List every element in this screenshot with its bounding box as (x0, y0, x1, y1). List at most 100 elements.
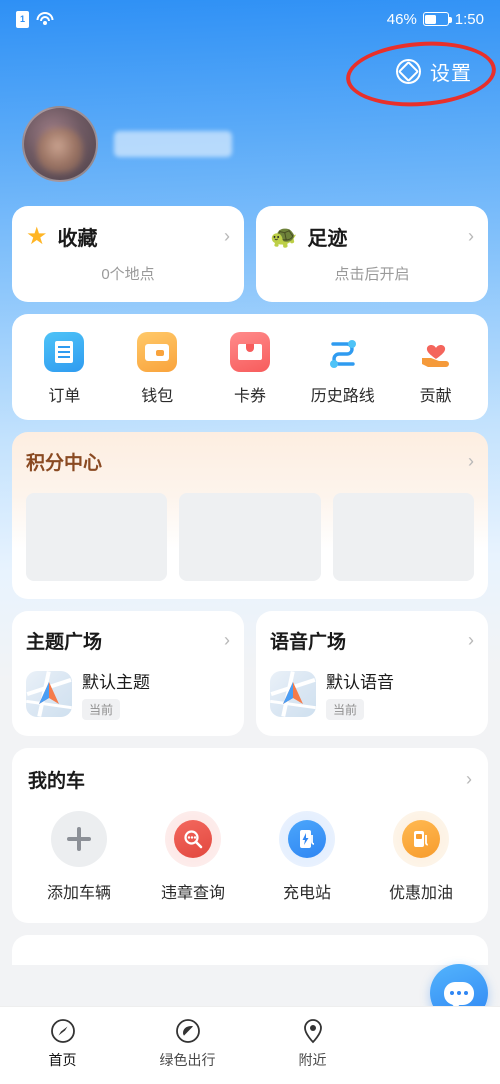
profile-icon (424, 1017, 452, 1045)
avatar[interactable] (22, 106, 98, 182)
my-car-grid: 添加车辆 违章查询 充电站 优惠加油 (22, 811, 478, 903)
my-car-item-label: 添加车辆 (46, 885, 111, 902)
theme-plaza-text: 默认主题 当前 (82, 668, 150, 720)
tab-nearby[interactable]: 附近 (250, 1017, 375, 1070)
next-card-partial (12, 935, 488, 965)
theme-name: 默认主题 (82, 673, 150, 692)
gear-icon (396, 58, 421, 84)
quick-action-coupon[interactable]: 卡券 (204, 332, 297, 406)
map-theme-thumbnail (26, 671, 72, 717)
theme-plaza-title: 主题广场 (26, 632, 103, 653)
wifi-icon (36, 12, 53, 26)
quick-action-wallet[interactable]: 钱包 (111, 332, 204, 406)
tab-label: 首页 (48, 1052, 77, 1068)
quick-action-contribution[interactable]: 贡献 (389, 332, 482, 406)
bottom-tab-bar: 首页 绿色出行 附近 (0, 1006, 500, 1084)
points-center-card[interactable]: 积分中心 › (12, 432, 488, 599)
route-history-icon (323, 332, 363, 372)
voice-plaza-body: 默认语音 当前 (270, 668, 474, 720)
tab-profile[interactable] (375, 1017, 500, 1050)
voice-plaza-text: 默认语音 当前 (326, 668, 394, 720)
footprint-title: 足迹 (307, 228, 348, 250)
charging-station-icon (279, 811, 335, 867)
my-car-violation-search[interactable]: 违章查询 (136, 811, 250, 903)
tab-label: 绿色出行 (159, 1052, 216, 1068)
my-car-card: 我的车 › 添加车辆 违章查询 充电站 优惠加油 (12, 748, 488, 923)
points-center-header: 积分中心 › (26, 448, 474, 475)
violation-search-icon (165, 811, 221, 867)
settings-button[interactable]: 设置 (396, 57, 472, 86)
my-car-item-label: 违章查询 (160, 885, 225, 902)
points-placeholder (26, 493, 168, 581)
my-car-header[interactable]: 我的车 › (22, 766, 478, 793)
battery-icon (422, 12, 452, 26)
profile-section[interactable] (0, 92, 500, 206)
tab-label: 附近 (298, 1052, 327, 1068)
contribution-icon (416, 332, 456, 372)
location-pin-icon (299, 1017, 327, 1045)
chevron-right-icon: › (468, 226, 474, 246)
quick-action-label: 订单 (48, 388, 81, 405)
status-bar-right: 46% 1:50 (387, 11, 484, 28)
quick-action-label: 卡券 (233, 388, 266, 405)
quick-action-route-history[interactable]: 历史路线 (296, 332, 389, 406)
my-car-title: 我的车 (28, 771, 86, 792)
theme-plaza-body: 默认主题 当前 (26, 668, 230, 720)
footprint-card[interactable]: 🐢 足迹 › 点击后开启 (256, 206, 488, 302)
star-icon: ★ (26, 222, 48, 250)
points-center-title: 积分中心 (26, 453, 103, 474)
points-placeholder-row (26, 493, 474, 581)
chevron-right-icon: › (468, 451, 474, 471)
tab-home[interactable]: 首页 (0, 1017, 125, 1070)
quick-action-order[interactable]: 订单 (18, 332, 111, 406)
shortcut-card-row: ★ 收藏 › 0个地点 🐢 足迹 › 点击后开启 (12, 206, 488, 302)
content-area: ★ 收藏 › 0个地点 🐢 足迹 › 点击后开启 订单 钱包 卡券 历史路线 贡… (0, 206, 500, 965)
username-redacted (114, 131, 232, 157)
quick-actions-grid: 订单 钱包 卡券 历史路线 贡献 (18, 332, 482, 406)
my-car-add-vehicle[interactable]: 添加车辆 (22, 811, 136, 903)
my-car-charging-station[interactable]: 充电站 (250, 811, 364, 903)
footprint-header: 🐢 足迹 › (270, 222, 474, 251)
quick-action-label: 历史路线 (310, 388, 375, 405)
battery-percent-label: 46% (386, 10, 417, 28)
quick-action-label: 贡献 (419, 388, 452, 405)
sim-card-icon: 1 (16, 10, 29, 28)
fuel-discount-icon (393, 811, 449, 867)
quick-actions-card: 订单 钱包 卡券 历史路线 贡献 (12, 314, 488, 420)
favorites-title: 收藏 (57, 228, 98, 250)
chevron-right-icon: › (468, 630, 474, 650)
chevron-right-icon: › (224, 226, 230, 246)
coupon-icon (229, 332, 270, 372)
voice-current-badge: 当前 (326, 699, 365, 720)
status-bar-left: 1 (16, 10, 53, 28)
my-car-item-label: 优惠加油 (388, 885, 453, 902)
theme-plaza-card[interactable]: 主题广场 › 默认主题 当前 (12, 611, 244, 736)
favorites-header: ★ 收藏 › (26, 222, 230, 251)
voice-name: 默认语音 (326, 673, 394, 692)
order-icon (44, 332, 85, 372)
points-placeholder (332, 493, 474, 581)
tab-green-travel[interactable]: 绿色出行 (125, 1017, 250, 1070)
my-car-item-label: 充电站 (282, 885, 331, 902)
status-bar: 1 46% 1:50 (0, 0, 500, 38)
turtle-icon: 🐢 (270, 223, 298, 249)
footprint-subtitle: 点击后开启 (334, 266, 410, 283)
favorites-subtitle: 0个地点 (101, 266, 155, 283)
compass-icon (49, 1017, 77, 1045)
chevron-right-icon: › (466, 769, 472, 789)
chevron-right-icon: › (224, 630, 230, 650)
my-car-fuel-discount[interactable]: 优惠加油 (364, 811, 478, 903)
plus-icon (51, 811, 107, 867)
leaf-icon (174, 1017, 202, 1045)
theme-current-badge: 当前 (82, 699, 121, 720)
header-bar: 设置 (0, 36, 500, 112)
points-placeholder (179, 493, 321, 581)
clock-label: 1:50 (454, 10, 484, 28)
settings-label: 设置 (430, 62, 472, 85)
map-voice-thumbnail (270, 671, 316, 717)
voice-plaza-card[interactable]: 语音广场 › 默认语音 当前 (256, 611, 488, 736)
plaza-card-row: 主题广场 › 默认主题 当前 语音广场 › 默认语音 当前 (12, 611, 488, 736)
favorites-card[interactable]: ★ 收藏 › 0个地点 (12, 206, 244, 302)
theme-plaza-header: 主题广场 › (26, 627, 230, 654)
quick-action-label: 钱包 (141, 388, 174, 405)
